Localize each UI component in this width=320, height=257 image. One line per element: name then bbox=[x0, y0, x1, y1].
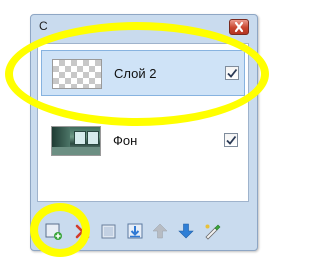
duplicate-layer-button[interactable] bbox=[99, 221, 119, 241]
layer-thumbnail-photo bbox=[51, 126, 101, 156]
merge-down-button[interactable] bbox=[125, 221, 145, 241]
layer-properties-icon bbox=[205, 224, 221, 240]
layers-window: С Слой 2 Фон bbox=[30, 14, 258, 251]
close-button[interactable] bbox=[229, 19, 249, 35]
new-layer-icon bbox=[45, 223, 62, 240]
layer-row-fon[interactable]: Фон bbox=[41, 118, 245, 164]
duplicate-layer-icon bbox=[101, 224, 116, 239]
layer-thumbnail-transparent bbox=[52, 59, 102, 89]
move-up-button[interactable] bbox=[150, 221, 170, 241]
screenshot-stage: С Слой 2 Фон bbox=[0, 0, 276, 257]
layer-name: Фон bbox=[113, 133, 138, 148]
move-down-icon bbox=[178, 223, 194, 239]
window-title: С bbox=[39, 19, 48, 33]
delete-layer-button[interactable] bbox=[73, 221, 93, 241]
new-layer-button[interactable] bbox=[44, 221, 64, 241]
merge-down-icon bbox=[127, 223, 143, 239]
layer-list: Слой 2 Фон bbox=[37, 43, 249, 202]
layer-properties-button[interactable] bbox=[202, 221, 222, 241]
layers-toolbar bbox=[37, 219, 249, 243]
close-icon bbox=[234, 21, 244, 33]
visibility-checkbox[interactable] bbox=[225, 66, 239, 80]
layer-row-sloi-2[interactable]: Слой 2 bbox=[41, 50, 245, 96]
title-bar[interactable]: С bbox=[31, 15, 257, 39]
checkmark-icon bbox=[227, 68, 238, 78]
delete-layer-icon bbox=[75, 224, 90, 239]
layer-name: Слой 2 bbox=[114, 66, 157, 81]
checkmark-icon bbox=[226, 135, 237, 145]
visibility-checkbox[interactable] bbox=[224, 133, 238, 147]
move-down-button[interactable] bbox=[176, 221, 196, 241]
move-up-icon bbox=[152, 223, 168, 239]
